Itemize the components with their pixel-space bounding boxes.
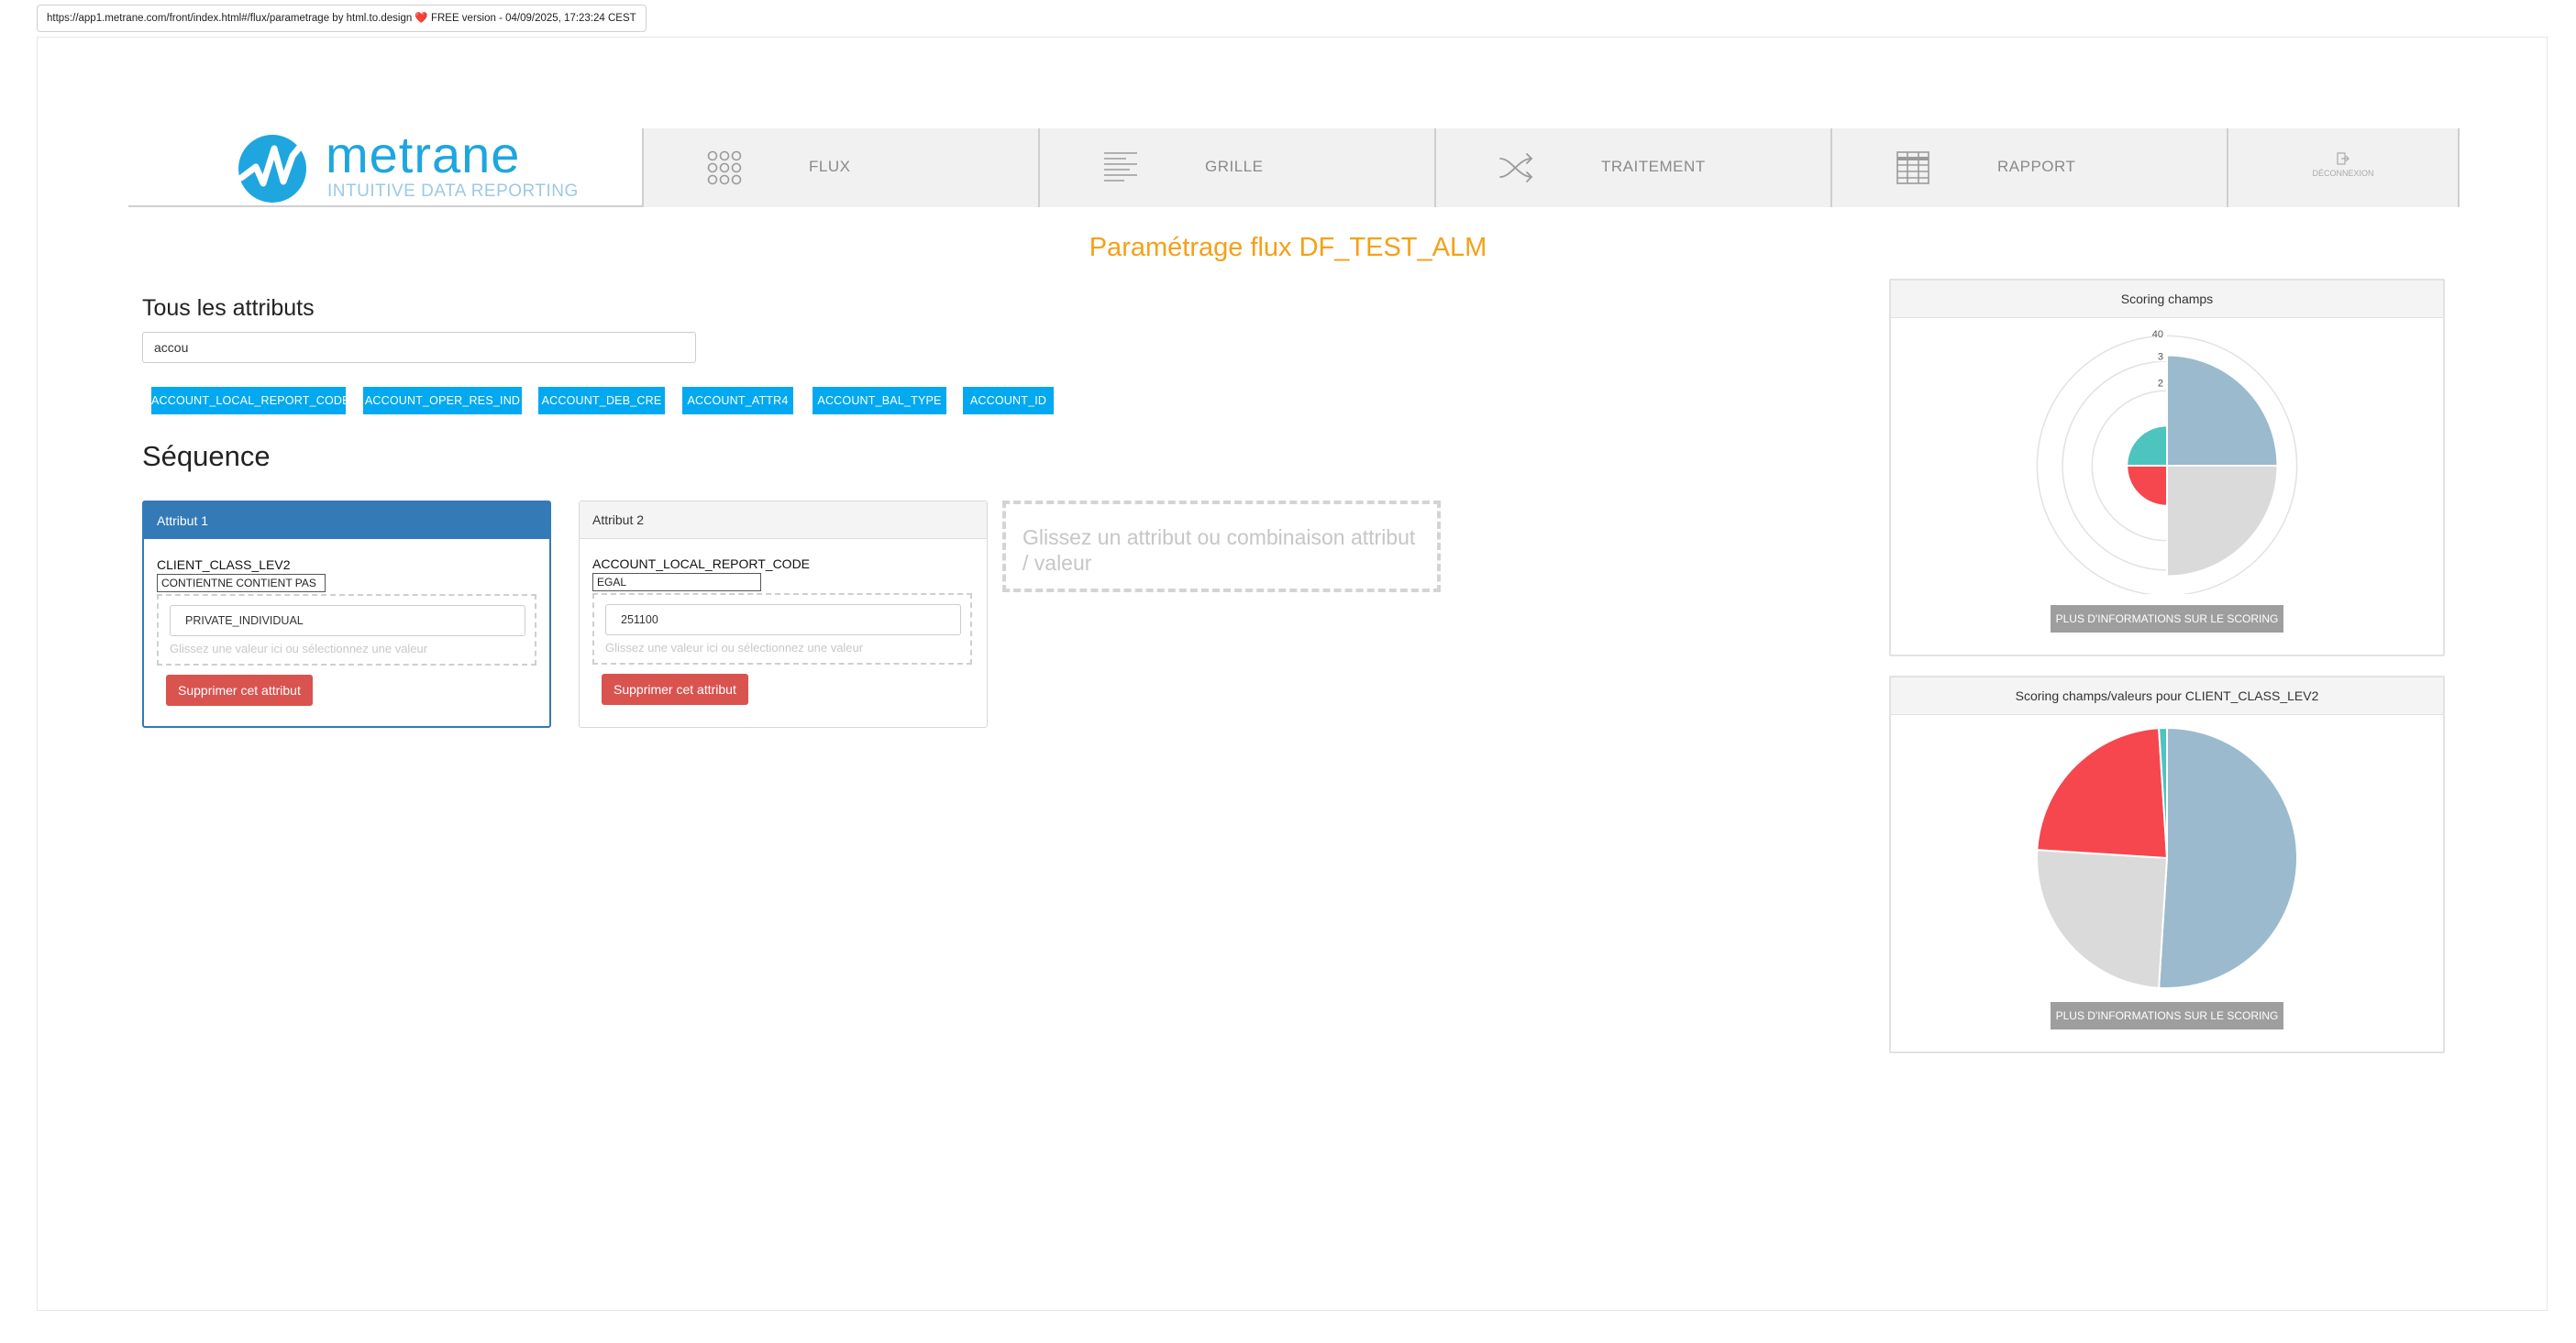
operator-select[interactable]: EGAL: [592, 573, 761, 591]
attribute-chip[interactable]: ACCOUNT_ID: [963, 387, 1054, 414]
sequence-heading: Séquence: [142, 440, 271, 472]
polar-slice[interactable]: [2126, 424, 2168, 467]
scoring-polar-chart: 2 3 40: [2036, 328, 2298, 594]
logo-mark-icon: [238, 132, 313, 203]
polar-slice[interactable]: [2166, 354, 2279, 467]
scoring-info-button[interactable]: PLUS D'INFORMATIONS SUR LE SCORING: [2051, 1002, 2283, 1029]
nav-label-traitement: TRAITEMENT: [1601, 158, 1706, 175]
scoring-fields-panel: Scoring champs 2 3 40 PLUS D'INFORMATIONS …: [1889, 279, 2445, 656]
polar-tick-label: 2: [2158, 378, 2163, 389]
delete-attribute-button[interactable]: Supprimer cet attribut: [602, 674, 748, 705]
value-input[interactable]: PRIVATE_INDIVIDUAL: [170, 605, 525, 636]
polar-tick-label: 3: [2158, 351, 2163, 362]
browser-url-caption: https://app1.metrane.com/front/index.htm…: [37, 5, 647, 32]
attribute-chip[interactable]: ACCOUNT_LOCAL_REPORT_CODE: [151, 387, 349, 414]
value-dropzone[interactable]: PRIVATE_INDIVIDUAL Glissez une valeur ic…: [157, 594, 536, 666]
logout-icon: [2337, 152, 2349, 165]
shuffle-icon: [1499, 153, 1533, 182]
main-nav: FLUX GRILLE TRAITEMENT RAPPORT DÉCONNEXI…: [642, 128, 2460, 207]
operator-select[interactable]: CONTIENTNE CONTIENT PAS: [157, 574, 326, 592]
attribute-name: ACCOUNT_LOCAL_REPORT_CODE: [592, 556, 811, 571]
all-attributes-heading: Tous les attributs: [142, 295, 315, 321]
pie-slice[interactable]: [2036, 849, 2169, 989]
scoring-info-button[interactable]: PLUS D'INFORMATIONS SUR LE SCORING: [2051, 605, 2283, 633]
value-input[interactable]: 251100: [605, 604, 961, 635]
logo-wordmark: metrane: [326, 126, 521, 183]
nav-label-flux: FLUX: [809, 158, 851, 175]
polar-slice[interactable]: [2166, 465, 2279, 578]
attribute-card-title: Attribut 2: [580, 501, 987, 539]
pie-slice[interactable]: [2036, 727, 2169, 860]
logo-tagline: INTUITIVE DATA REPORTING: [327, 182, 579, 201]
polar-slice[interactable]: [2126, 465, 2168, 507]
attribute-card-title: Attribut 1: [144, 502, 549, 539]
attribute-card-2[interactable]: Attribut 2 ACCOUNT_LOCAL_REPORT_CODE EGA…: [579, 501, 988, 728]
attribute-chip[interactable]: ACCOUNT_BAL_TYPE: [813, 387, 946, 414]
pie-slice[interactable]: [2158, 726, 2298, 989]
attribute-card-1[interactable]: Attribut 1 CLIENT_CLASS_LEV2 CONTIENTNE …: [142, 501, 551, 728]
grid-lines-icon: [1104, 152, 1137, 182]
nav-item-flux[interactable]: FLUX: [642, 128, 1038, 207]
metrane-logo[interactable]: metrane INTUITIVE DATA REPORTING: [232, 126, 626, 207]
nav-logout[interactable]: DÉCONNEXION: [2227, 128, 2460, 207]
attribute-chip[interactable]: ACCOUNT_DEB_CRE: [538, 387, 665, 414]
table-icon: [1896, 151, 1929, 184]
scoring-values-pie-chart: [2036, 726, 2298, 989]
nav-item-rapport[interactable]: RAPPORT: [1830, 128, 2227, 207]
polar-tick-label: 40: [2152, 329, 2163, 340]
logout-label: DÉCONNEXION: [2312, 169, 2374, 178]
nav-label-rapport: RAPPORT: [1997, 158, 2076, 175]
nav-item-traitement[interactable]: TRAITEMENT: [1434, 128, 1830, 207]
scoring-fields-title: Scoring champs: [1891, 281, 2443, 318]
attribute-chip[interactable]: ACCOUNT_ATTR4: [682, 387, 793, 414]
flux-grid-icon: [707, 150, 742, 185]
attribute-name: CLIENT_CLASS_LEV2: [157, 557, 291, 572]
page-title: Paramétrage flux DF_TEST_ALM: [1089, 233, 1487, 262]
nav-item-grille[interactable]: GRILLE: [1038, 128, 1434, 207]
nav-label-grille: GRILLE: [1205, 158, 1264, 175]
scoring-values-panel: Scoring champs/valeurs pour CLIENT_CLASS…: [1889, 676, 2445, 1053]
scoring-values-title: Scoring champs/valeurs pour CLIENT_CLASS…: [1891, 677, 2443, 715]
sequence-dropzone[interactable]: Glissez un attribut ou combinaison attri…: [1002, 501, 1441, 592]
value-drop-hint: Glissez une valeur ici ou sélectionnez u…: [605, 641, 864, 655]
delete-attribute-button[interactable]: Supprimer cet attribut: [166, 675, 313, 706]
value-drop-hint: Glissez une valeur ici ou sélectionnez u…: [170, 642, 428, 655]
attribute-chip[interactable]: ACCOUNT_OPER_RES_IND: [363, 387, 522, 414]
value-dropzone[interactable]: 251100 Glissez une valeur ici ou sélecti…: [592, 593, 972, 665]
app-header: metrane INTUITIVE DATA REPORTING FLUX GR…: [128, 126, 2460, 207]
attribute-search-input[interactable]: [142, 332, 696, 363]
